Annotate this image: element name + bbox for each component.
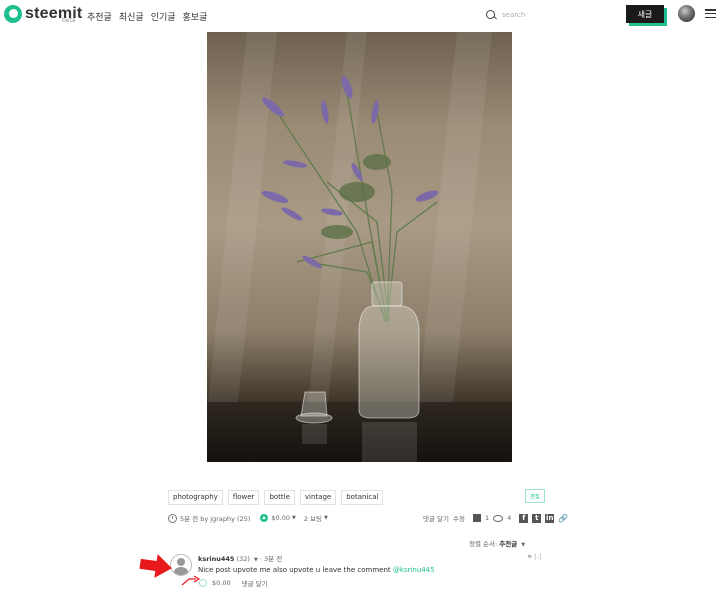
chevron-down-icon[interactable]: ▼ bbox=[521, 542, 525, 548]
comment-mention[interactable]: @ksrinu445 bbox=[393, 566, 435, 574]
flag-icon[interactable]: ⚑ bbox=[527, 554, 532, 561]
chevron-down-icon[interactable]: ▼ bbox=[254, 557, 258, 563]
eye-icon bbox=[493, 514, 504, 522]
upvote-icon[interactable] bbox=[260, 514, 269, 522]
reply-count: 1 bbox=[484, 514, 490, 522]
tag-vintage[interactable]: vintage bbox=[299, 490, 337, 505]
chevron-down-icon[interactable]: ▼ bbox=[324, 515, 328, 521]
post-meta: 5분 전 by jgraphy (25) $0.00 ▼ 2 보팅 ▼ bbox=[168, 513, 328, 523]
nav-hot[interactable]: 인기글 bbox=[151, 10, 176, 23]
tag-list: photography flower bottle vintage botani… bbox=[168, 490, 384, 505]
red-arrow-small-icon bbox=[181, 575, 201, 586]
main-nav: 추천글 최신글 인기글 홍보글 bbox=[87, 10, 207, 23]
edit-post-button[interactable]: 편집 bbox=[525, 489, 545, 503]
post-time-author[interactable]: 5분 전 by jgraphy (25) bbox=[180, 513, 250, 523]
comment-reply-link[interactable]: 댓글 달기 bbox=[242, 578, 268, 588]
chevron-down-icon[interactable]: ▼ bbox=[292, 515, 296, 521]
comment-author[interactable]: ksrinu445 bbox=[198, 555, 234, 563]
link-icon[interactable]: 🔗 bbox=[558, 514, 568, 523]
facebook-icon[interactable]: f bbox=[519, 513, 529, 523]
twitter-icon[interactable]: t bbox=[532, 513, 542, 523]
comment-body-text: Nice post upvote me also upvote u leave … bbox=[198, 566, 393, 574]
steemit-logo-icon bbox=[4, 5, 22, 23]
comment-payout[interactable]: $0.00 bbox=[212, 579, 231, 587]
sort-select[interactable]: 추천글 bbox=[499, 540, 517, 548]
sort-label: 정렬 순서: bbox=[469, 540, 498, 548]
red-arrow-icon bbox=[139, 554, 172, 578]
comment-icon bbox=[472, 514, 481, 522]
comment-sort: 정렬 순서: 추천글 ▼ bbox=[469, 538, 525, 548]
comment-reputation: (32) bbox=[236, 555, 250, 563]
nav-new[interactable]: 최신글 bbox=[119, 10, 144, 23]
search-icon[interactable] bbox=[486, 10, 495, 19]
tag-botanical[interactable]: botanical bbox=[341, 490, 384, 505]
tag-bottle[interactable]: bottle bbox=[264, 490, 295, 505]
nav-promoted[interactable]: 홍보글 bbox=[183, 10, 208, 23]
view-count: 4 bbox=[507, 514, 512, 522]
vote-count[interactable]: 2 보팅 bbox=[304, 513, 322, 523]
lavender-icon bbox=[261, 75, 439, 462]
comment-text: Nice post upvote me also upvote u leave … bbox=[198, 566, 435, 574]
beta-badge: beta bbox=[62, 17, 76, 24]
menu-icon[interactable] bbox=[705, 9, 716, 19]
linkedin-icon[interactable]: in bbox=[545, 513, 555, 523]
user-avatar[interactable] bbox=[678, 5, 695, 22]
search-input[interactable] bbox=[500, 7, 604, 23]
clock-icon bbox=[168, 513, 177, 523]
post-actions: 댓글 달기 수정 1 4 f t in 🔗 bbox=[423, 513, 568, 523]
post-image bbox=[207, 32, 512, 462]
comment-tools: ⚑ [-] bbox=[527, 554, 541, 561]
tag-photography[interactable]: photography bbox=[168, 490, 223, 505]
top-bar: steemit beta 추천글 최신글 인기글 홍보글 새글 bbox=[0, 0, 720, 30]
post-payout[interactable]: $0.00 bbox=[271, 514, 290, 522]
tag-flower[interactable]: flower bbox=[227, 490, 260, 505]
comment-footer: $0.00 댓글 달기 bbox=[199, 578, 268, 588]
new-post-button[interactable]: 새글 bbox=[626, 5, 664, 23]
reply-link[interactable]: 댓글 달기 bbox=[423, 513, 449, 523]
edit-link[interactable]: 수정 bbox=[453, 513, 465, 523]
collapse-toggle[interactable]: [-] bbox=[534, 554, 541, 561]
nav-trending[interactable]: 추천글 bbox=[87, 10, 112, 23]
comment-header: ksrinu445 (32) ▼ · 3분 전 bbox=[198, 555, 283, 563]
comment-time[interactable]: 3분 전 bbox=[264, 555, 282, 563]
